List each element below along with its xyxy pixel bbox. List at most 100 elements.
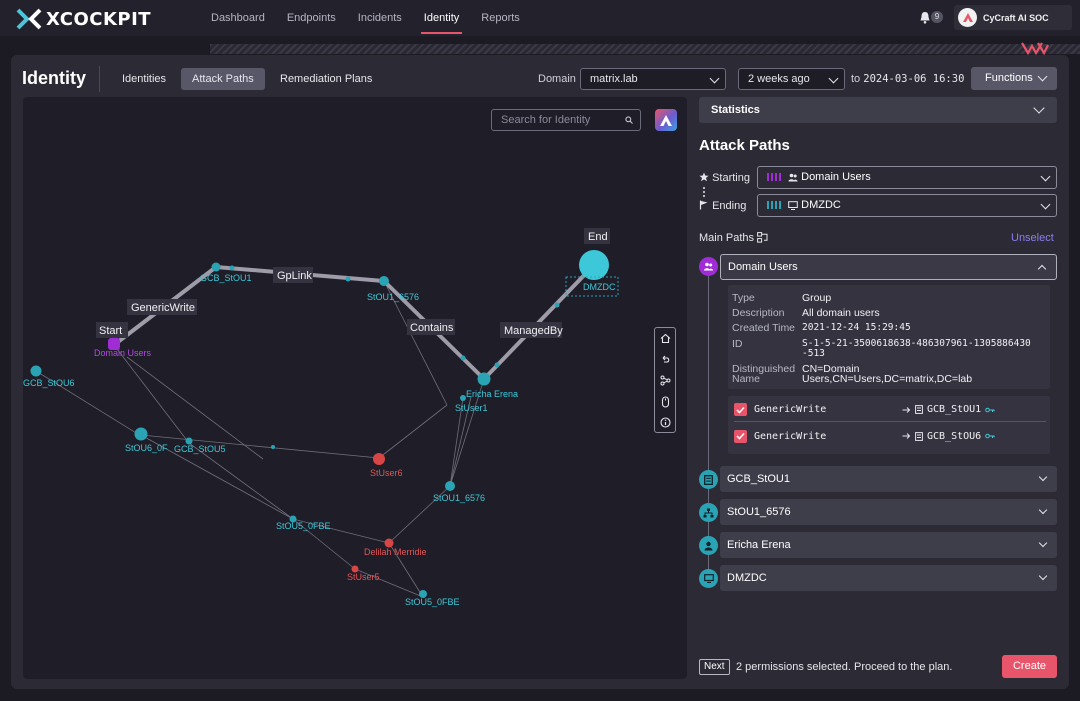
node-stuser6 — [373, 453, 385, 465]
chevron-down-icon — [1038, 538, 1048, 548]
undo-icon — [662, 355, 669, 363]
statistics-toggle[interactable]: Statistics — [699, 97, 1057, 123]
node-label-stuser5: StUser5 — [347, 572, 380, 582]
permission-checkbox[interactable] — [734, 403, 747, 416]
app-logo[interactable]: XCOCKPIT — [16, 8, 151, 30]
chevron-down-icon — [1037, 71, 1048, 82]
starting-value: Domain Users — [801, 171, 871, 183]
group-icon — [788, 173, 798, 182]
tab-remediation-plans[interactable]: Remediation Plans — [269, 68, 383, 90]
step-dot-dmzdc — [699, 569, 718, 588]
node-label-stou5-0fbe-a: StOU5_0FBE — [276, 521, 331, 531]
step-gcb-stou1[interactable]: GCB_StOU1 — [720, 466, 1057, 492]
edge-label-generic-write: GenericWrite — [131, 302, 195, 314]
permission-row[interactable]: GenericWrite GCB_StOU1 — [734, 398, 1046, 422]
home-button[interactable] — [655, 328, 675, 349]
permissions-list: GenericWrite GCB_StOU1 GenericWrite GCB_… — [728, 396, 1050, 454]
cycraft-logo-icon — [660, 114, 672, 126]
computer-icon — [703, 574, 714, 583]
ending-label: Ending — [712, 200, 747, 212]
step-dmzdc[interactable]: DMZDC — [720, 565, 1057, 591]
end-date: 2024-03-06 16:30 — [863, 73, 965, 85]
ending-node-select[interactable]: DMZDC — [757, 194, 1057, 217]
step-domain-users[interactable]: Domain Users — [720, 254, 1057, 280]
permission-row[interactable]: GenericWrite GCB_StOU6 — [734, 424, 1046, 448]
to-label: to 2024-03-06 16:30 — [851, 73, 964, 85]
org-switcher[interactable]: CyCraft AI SOC — [954, 5, 1072, 30]
id-label: ID — [732, 338, 743, 350]
bell-icon[interactable] — [919, 11, 931, 24]
key-icon — [985, 407, 995, 412]
graph-edge — [113, 344, 190, 444]
step-dot-ericha-erena — [699, 536, 718, 555]
node-label-delilah: Delilah Merridie — [364, 547, 427, 557]
graph-canvas[interactable]: Start GenericWrite GpLink Contains Manag… — [23, 97, 687, 679]
node-label-stou1-6576-top: StOU1_6576 — [367, 292, 419, 302]
cycraft-logo-icon — [962, 13, 973, 22]
functions-button[interactable]: Functions — [971, 67, 1057, 90]
nav-reports[interactable]: Reports — [470, 0, 531, 36]
attack-path-graph[interactable]: Start GenericWrite GpLink Contains Manag… — [23, 97, 687, 679]
create-plan-button[interactable]: Create — [1002, 655, 1057, 678]
permission-target: GCB_StOU1 — [902, 404, 995, 415]
mouse-mode-button[interactable] — [655, 391, 675, 412]
notification-count-badge: 9 — [931, 11, 943, 23]
identity-search[interactable] — [491, 109, 641, 131]
graph-edge — [188, 442, 294, 520]
tab-attack-paths[interactable]: Attack Paths — [181, 68, 265, 90]
home-icon — [660, 333, 670, 344]
edge-label-contains: Contains — [410, 322, 454, 334]
permission-target-name: GCB_StOU6 — [927, 430, 982, 442]
step-label: StOU1_6576 — [727, 506, 791, 518]
nav-dashboard[interactable]: Dashboard — [200, 0, 276, 36]
vertical-dots-icon — [702, 186, 706, 198]
node-gcb-stou6 — [30, 365, 42, 377]
nav-endpoints[interactable]: Endpoints — [276, 0, 347, 36]
graph-midpoint — [460, 355, 466, 361]
graph-midpoint — [229, 265, 235, 271]
layout-button[interactable] — [655, 370, 675, 391]
attack-paths-title: Attack Paths — [699, 137, 790, 154]
step-dot-domain-users — [699, 257, 718, 276]
page-title: Identity — [22, 68, 87, 88]
starting-node-select[interactable]: Domain Users — [757, 166, 1057, 189]
nav-incidents[interactable]: Incidents — [347, 0, 413, 36]
nav-identity[interactable]: Identity — [413, 0, 470, 36]
time-range-select[interactable]: 2 weeks ago — [738, 68, 845, 90]
tab-identities[interactable]: Identities — [111, 68, 177, 90]
search-icon[interactable] — [625, 116, 633, 124]
chevron-down-icon — [1038, 505, 1048, 515]
graph-nodes[interactable] — [30, 250, 619, 598]
step-stou1-6576[interactable]: StOU1_6576 — [720, 499, 1057, 525]
node-stou1-6576-low — [445, 481, 455, 491]
step-dot-gcb-stou1 — [699, 470, 718, 489]
node-label-stuser1: StUser1 — [455, 403, 488, 413]
domain-select[interactable]: matrix.lab — [580, 68, 726, 90]
identity-search-input[interactable] — [492, 110, 612, 130]
undo-button[interactable] — [655, 349, 675, 370]
checkmark-icon — [736, 432, 745, 440]
edge-label-start: Start — [99, 325, 122, 337]
graph-edge — [378, 404, 448, 459]
org-name: CyCraft AI SOC — [983, 12, 1049, 23]
cycraft-ai-badge[interactable] — [655, 109, 677, 131]
arrow-right-icon — [902, 406, 911, 413]
created-time-value: 2021-12-24 15:29:45 — [802, 322, 911, 333]
ending-row-label: Ending — [699, 200, 746, 212]
info-button[interactable] — [655, 412, 675, 433]
computer-icon — [788, 200, 798, 210]
unselect-link[interactable]: Unselect — [1011, 232, 1054, 244]
top-navigation: XCOCKPIT Dashboard Endpoints Incidents I… — [0, 0, 1080, 36]
ending-value: DMZDC — [801, 199, 841, 211]
selection-summary: 2 permissions selected. Proceed to the p… — [736, 661, 953, 673]
chevron-down-icon — [1038, 571, 1048, 581]
group-icon — [704, 262, 713, 271]
gpo-icon — [915, 405, 923, 414]
graph-midpoint — [554, 302, 560, 308]
route-icon[interactable] — [757, 232, 770, 243]
gpo-icon — [915, 431, 923, 441]
permission-checkbox[interactable] — [734, 429, 747, 443]
step-ericha-erena[interactable]: Ericha Erena — [720, 532, 1057, 558]
permission-target: GCB_StOU6 — [902, 431, 995, 442]
node-stou6-0f — [134, 427, 148, 441]
